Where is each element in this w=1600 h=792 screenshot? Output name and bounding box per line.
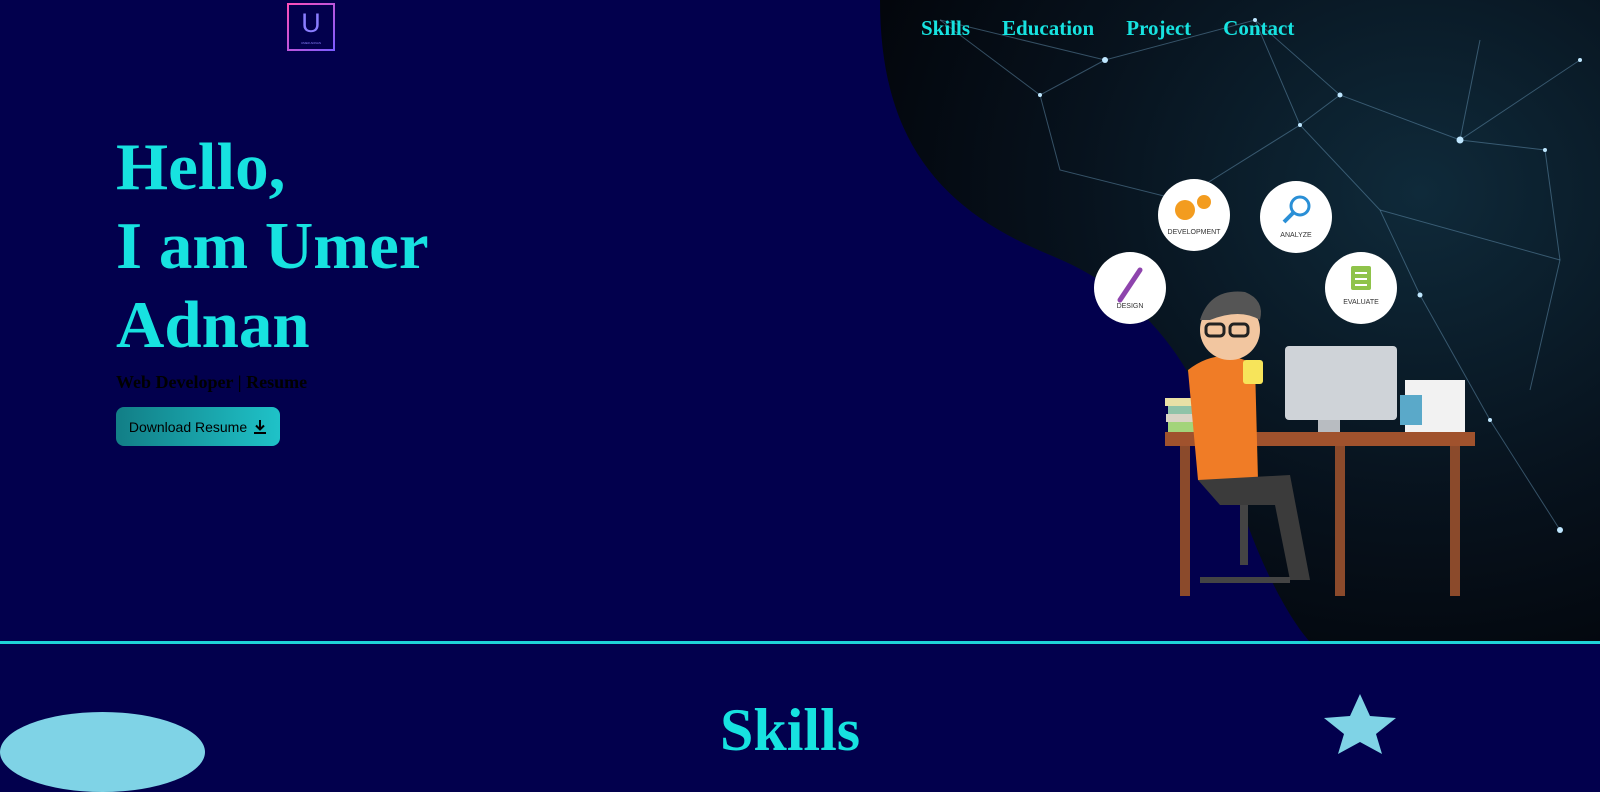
- download-resume-label: Download Resume: [128, 418, 248, 435]
- section-divider: [0, 641, 1600, 644]
- nav-project[interactable]: Project: [1126, 14, 1191, 42]
- download-icon: [254, 419, 267, 434]
- download-resume-button[interactable]: Download Resume: [116, 407, 280, 446]
- logo-letter: U: [301, 8, 321, 38]
- skills-section-title: Skills: [720, 697, 861, 763]
- developer-illustration: DEVELOPMENT ANALYZE DESIGN EVALUATE: [1094, 179, 1475, 596]
- hero-section: DEVELOPMENT ANALYZE DESIGN EVALUATE U UM…: [0, 0, 1600, 642]
- nav-contact[interactable]: Contact: [1223, 14, 1294, 42]
- svg-text:ANALYZE: ANALYZE: [1280, 232, 1312, 239]
- decorative-blob: [0, 712, 205, 792]
- design-bubble: DESIGN: [1094, 252, 1166, 324]
- greeting-line-2: I am Umer: [116, 209, 429, 283]
- nav-education[interactable]: Education: [1002, 14, 1094, 42]
- analyze-bubble: ANALYZE: [1260, 181, 1332, 253]
- svg-text:DESIGN: DESIGN: [1117, 303, 1144, 310]
- logo-subtext: UMER ADNAN: [300, 41, 321, 45]
- svg-text:EVALUATE: EVALUATE: [1343, 299, 1379, 306]
- main-nav: Skills Education Project Contact: [921, 14, 1294, 42]
- evaluate-bubble: EVALUATE: [1325, 252, 1397, 324]
- greeting-line-3: Adnan: [116, 288, 310, 362]
- nav-skills[interactable]: Skills: [921, 14, 970, 42]
- star-icon: [1324, 694, 1396, 754]
- logo[interactable]: U UMER ADNAN: [287, 3, 335, 51]
- hero-subtitle: Web Developer | Resume: [116, 372, 308, 392]
- greeting-line-1: Hello,: [116, 130, 286, 204]
- svg-text:DEVELOPMENT: DEVELOPMENT: [1168, 229, 1222, 236]
- hero-heading: Hello, I am Umer Adnan: [116, 128, 429, 365]
- development-bubble: DEVELOPMENT: [1158, 179, 1230, 251]
